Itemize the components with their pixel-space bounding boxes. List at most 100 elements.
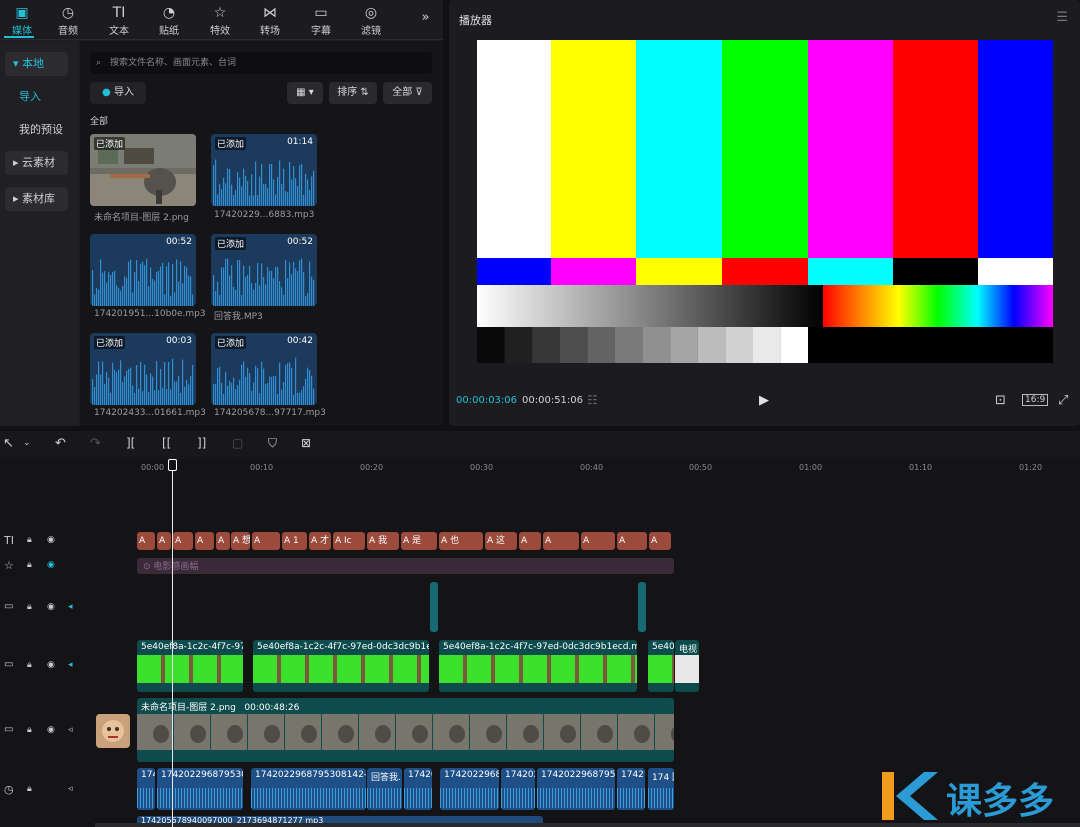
transition-marker[interactable] [638, 582, 646, 632]
main-video-clip[interactable]: 未命名项目-图层 2.png 00:00:48:26 [137, 698, 674, 762]
import-button[interactable]: ● 导入 [90, 82, 146, 104]
tab-text[interactable]: TI 文本 [97, 4, 141, 38]
tab-filter[interactable]: ◎ 滤镜 [349, 4, 393, 38]
tab-subtitle[interactable]: ▭ 字幕 [299, 4, 343, 38]
video-clip[interactable]: 电视 [675, 640, 699, 692]
audio-clip[interactable]: 174 [137, 768, 155, 810]
video-clip[interactable]: 5e40 [648, 640, 674, 692]
sidebar-item-local[interactable]: ▾ 本地 [5, 52, 68, 76]
audio-clip[interactable]: 1742 [617, 768, 645, 810]
playhead[interactable] [172, 460, 173, 827]
video-clip[interactable]: 5e40ef8a-1c2c-4f7c-97ed-0dc3dc9b1ecd.mp [439, 640, 637, 692]
chevron-down-icon[interactable]: ⌄ [23, 438, 31, 448]
redo-icon[interactable]: ↷ [90, 436, 101, 451]
play-button[interactable]: ▶ [759, 393, 769, 408]
text-clip[interactable]: A [252, 532, 280, 550]
text-clip[interactable]: A [173, 532, 193, 550]
waveform-bar [299, 392, 301, 405]
lock-icon[interactable]: 🔒︎ [27, 784, 32, 794]
text-clip[interactable]: A Ic [333, 532, 365, 550]
select-tool-icon[interactable]: ↖ [3, 436, 14, 451]
lock-icon[interactable]: 🔒︎ [27, 660, 32, 670]
volume-icon[interactable]: ◃ [68, 784, 73, 794]
audio-clip[interactable]: 174202296879530 [157, 768, 243, 810]
lock-icon[interactable]: 🔒︎ [27, 602, 32, 612]
tab-sticker[interactable]: ◔ 贴纸 [147, 4, 191, 38]
audio-clip[interactable]: 1742022968795308142-2 [251, 768, 366, 810]
audio-clip[interactable]: 回答我. [367, 768, 402, 810]
eye-icon[interactable]: ◉ [47, 602, 55, 612]
text-clip[interactable]: A [157, 532, 171, 550]
lock-icon[interactable]: 🔒︎ [27, 725, 32, 735]
menu-icon[interactable]: ☰ [1056, 10, 1068, 25]
volume-icon[interactable]: ◃ [68, 725, 73, 735]
cover-thumbnail[interactable] [96, 714, 130, 748]
mute-icon[interactable]: ◂ [68, 660, 73, 670]
eye-icon[interactable]: ◉ [47, 660, 55, 670]
sort-button[interactable]: 排序 ⇅ [329, 82, 377, 104]
media-item[interactable]: 已添加 00:03 [90, 333, 196, 405]
shield-icon[interactable]: ⛉ [268, 436, 277, 451]
text-clip[interactable]: A 1 [282, 532, 307, 550]
text-clip[interactable]: A [519, 532, 541, 550]
view-mode-button[interactable]: ▦ ▾ [287, 82, 323, 104]
text-clip[interactable]: A 也 [439, 532, 483, 550]
eye-icon[interactable]: ◉ [47, 725, 55, 735]
media-item[interactable]: 已添加 00:52 [211, 234, 317, 306]
sidebar-item-cloud[interactable]: ▸ 云素材 [5, 151, 68, 175]
tab-effects[interactable]: ☆ 特效 [198, 4, 242, 38]
media-item[interactable]: 00:52 [90, 234, 196, 306]
effect-clip[interactable]: ⊙ 电影感画幅 [137, 558, 674, 574]
tab-media[interactable]: ▣ 媒体 [0, 4, 44, 38]
list-icon[interactable]: ☷ [587, 393, 598, 407]
text-clip[interactable]: A [649, 532, 671, 550]
lock-icon[interactable]: 🔒︎ [27, 560, 32, 570]
text-clip[interactable]: A 这 [485, 532, 517, 550]
eye-icon[interactable]: ◉ [47, 560, 55, 570]
undo-icon[interactable]: ↶ [55, 436, 66, 451]
crop-icon[interactable]: ⊠ [301, 436, 311, 450]
text-clip[interactable]: A [543, 532, 579, 550]
tab-audio[interactable]: ◷ 音频 [46, 4, 90, 38]
video-clip[interactable]: 5e40ef8a-1c2c-4f7c-97ed-0dc3dc9b1e [253, 640, 429, 692]
zoom-fit-icon[interactable]: ⊡ [995, 393, 1006, 408]
text-clip[interactable]: A [195, 532, 214, 550]
delete-icon[interactable]: ▢ [232, 436, 243, 450]
media-item[interactable]: 已添加 [90, 134, 196, 206]
mute-icon[interactable]: ◂ [68, 602, 73, 612]
audio-clip[interactable]: 17420229687 [440, 768, 499, 810]
text-clip[interactable]: A [216, 532, 230, 550]
text-clip[interactable]: A [137, 532, 155, 550]
text-clip[interactable]: A 想 [231, 532, 250, 550]
sidebar-item-import[interactable]: 导入 [5, 85, 68, 109]
transition-marker[interactable] [430, 582, 438, 632]
split-right-icon[interactable]: ]] [197, 436, 206, 450]
media-item[interactable]: 已添加 01:14 [211, 134, 317, 206]
search-input[interactable]: ⌕ 搜索文件名称、画面元素、台词 [90, 52, 432, 74]
text-clip[interactable]: A 我 [367, 532, 399, 550]
audio-clip[interactable]: 174202 [501, 768, 535, 810]
waveform-bar [261, 263, 263, 306]
aspect-ratio-button[interactable]: 16:9 [1022, 394, 1049, 406]
sidebar-item-presets[interactable]: 我的预设 [5, 118, 68, 142]
time-ruler[interactable]: 00:00 00:10 00:20 00:30 00:40 00:50 01:0… [137, 459, 1080, 475]
media-item[interactable]: 已添加 00:42 [211, 333, 317, 405]
eye-icon[interactable]: ◉ [47, 535, 55, 545]
text-clip[interactable]: A 是 [401, 532, 437, 550]
split-icon[interactable]: ][ [126, 436, 135, 450]
playhead-handle[interactable] [168, 459, 177, 471]
tab-transition[interactable]: ⋈ 转场 [248, 4, 292, 38]
fullscreen-icon[interactable]: ⤢ [1058, 393, 1068, 408]
split-left-icon[interactable]: [[ [162, 436, 171, 450]
filter-button[interactable]: 全部 ⊽ [383, 82, 432, 104]
text-clip[interactable]: A 才 [309, 532, 331, 550]
audio-clip[interactable]: 1742022968795 30 [537, 768, 615, 810]
sidebar-item-library[interactable]: ▸ 素材库 [5, 187, 68, 211]
text-clip[interactable]: A [617, 532, 647, 550]
lock-icon[interactable]: 🔒︎ [27, 535, 32, 545]
text-clip[interactable]: A [581, 532, 615, 550]
more-tabs-button[interactable]: » [408, 10, 443, 44]
audio-clip[interactable]: 17420 [404, 768, 432, 810]
video-clip[interactable]: 5e40ef8a-1c2c-4f7c-97 [137, 640, 243, 692]
audio-clip[interactable]: 174 回 [648, 768, 674, 810]
